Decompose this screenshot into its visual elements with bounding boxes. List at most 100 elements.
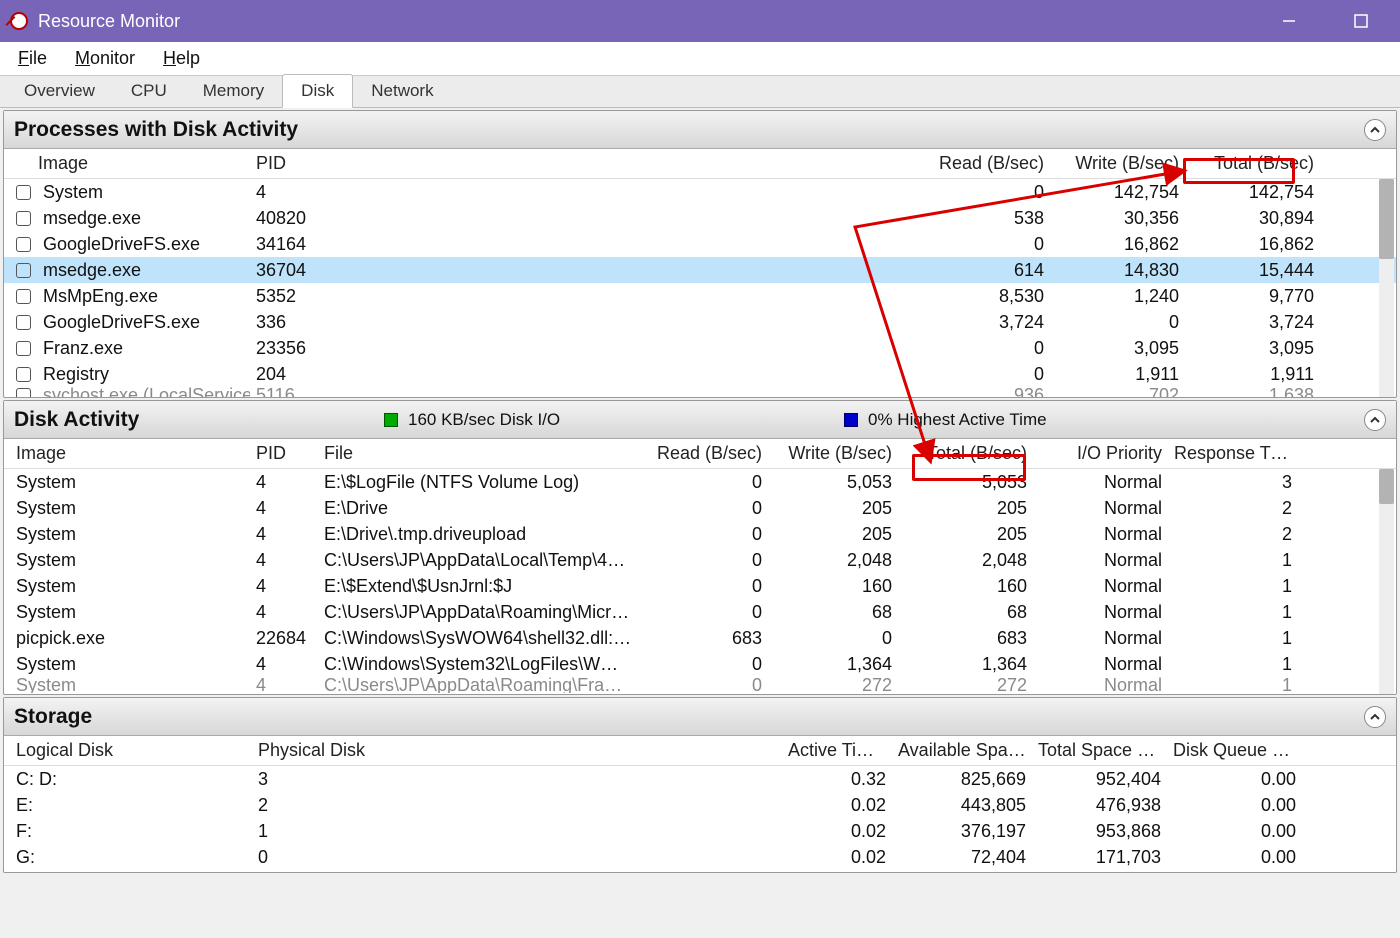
panel-header[interactable]: Disk Activity 160 KB/sec Disk I/O 0% Hig… — [4, 401, 1396, 439]
disk-activity-table[interactable]: ImagePIDFileRead (B/sec)Write (B/sec)Tot… — [4, 439, 1396, 693]
col-available-space[interactable]: Available Space… — [892, 740, 1032, 761]
table-row[interactable]: MsMpEng.exe53528,5301,2409,770 — [4, 283, 1396, 309]
table-row[interactable]: msedge.exe3670461414,83015,444 — [4, 257, 1396, 283]
active-time-status: 0% Highest Active Time — [868, 410, 1047, 430]
table-row[interactable]: System4C:\Users\JP\AppData\Local\Temp\43… — [4, 547, 1396, 573]
cell-read: 0 — [638, 472, 768, 493]
table-row[interactable]: C: D:30.32825,669952,4040.00 — [4, 766, 1396, 792]
table-row[interactable]: System4E:\Drive0205205Normal2 — [4, 495, 1396, 521]
col-image[interactable]: Image — [10, 153, 250, 174]
row-checkbox[interactable] — [16, 185, 31, 200]
cell-pid: 40820 — [250, 208, 330, 229]
col-total[interactable]: Total (B/sec) — [1185, 153, 1320, 174]
row-checkbox[interactable] — [16, 388, 31, 398]
cell-priority: Normal — [1033, 602, 1168, 623]
col-response[interactable]: Response Time… — [1168, 443, 1298, 464]
table-row[interactable]: G:00.0272,404171,7030.00 — [4, 844, 1396, 870]
cell-pid: 22684 — [250, 628, 318, 649]
cell-image: System — [10, 550, 250, 571]
cell-priority: Normal — [1033, 498, 1168, 519]
panel-header[interactable]: Storage — [4, 698, 1396, 736]
cell-pid: 5116 — [250, 387, 330, 397]
table-row[interactable]: System4C:\Windows\System32\LogFiles\WMI\… — [4, 651, 1396, 677]
collapse-button[interactable] — [1364, 706, 1386, 728]
cell-active-time: 0.02 — [782, 847, 892, 868]
row-checkbox[interactable] — [16, 315, 31, 330]
table-row[interactable]: F:10.02376,197953,8680.00 — [4, 818, 1396, 844]
col-total-space[interactable]: Total Space (MB) — [1032, 740, 1167, 761]
cell-file: C:\Windows\System32\LogFiles\WMI\Wif… — [318, 654, 638, 675]
cell-write: 1,364 — [768, 654, 898, 675]
table-row[interactable]: E:20.02443,805476,9380.00 — [4, 792, 1396, 818]
table-row[interactable]: System4C:\Users\JP\AppData\Roaming\Micro… — [4, 599, 1396, 625]
col-active-time[interactable]: Active Time (%) — [782, 740, 892, 761]
row-checkbox[interactable] — [16, 263, 31, 278]
cell-write: 272 — [768, 677, 898, 693]
col-priority[interactable]: I/O Priority — [1033, 443, 1168, 464]
col-queue-length[interactable]: Disk Queue Le… — [1167, 740, 1302, 761]
table-row[interactable]: Franz.exe2335603,0953,095 — [4, 335, 1396, 361]
col-logical-disk[interactable]: Logical Disk — [10, 740, 252, 761]
row-checkbox[interactable] — [16, 211, 31, 226]
menu-file[interactable]: File — [4, 44, 61, 73]
maximize-button[interactable] — [1340, 0, 1382, 42]
col-write[interactable]: Write (B/sec) — [768, 443, 898, 464]
table-row[interactable]: System4E:\$Extend\$UsnJrnl:$J0160160Norm… — [4, 573, 1396, 599]
table-row[interactable]: System4C:\Users\JP\AppData\Roaming\Franz… — [4, 677, 1396, 693]
col-file[interactable]: File — [318, 443, 638, 464]
tab-overview[interactable]: Overview — [6, 75, 113, 107]
scrollbar[interactable] — [1379, 469, 1394, 694]
col-physical-disk[interactable]: Physical Disk — [252, 740, 782, 761]
collapse-button[interactable] — [1364, 119, 1386, 141]
disk-io-indicator-icon — [384, 413, 398, 427]
col-read[interactable]: Read (B/sec) — [330, 153, 1050, 174]
table-row[interactable]: msedge.exe4082053830,35630,894 — [4, 205, 1396, 231]
scrollbar[interactable] — [1379, 179, 1394, 397]
cell-read: 0 — [638, 602, 768, 623]
table-row[interactable]: Registry20401,9111,911 — [4, 361, 1396, 387]
cell-read: 0 — [638, 550, 768, 571]
cell-total-space: 953,868 — [1032, 821, 1167, 842]
menu-monitor[interactable]: Monitor — [61, 44, 149, 73]
storage-table[interactable]: Logical DiskPhysical DiskActive Time (%)… — [4, 736, 1396, 870]
tab-cpu[interactable]: CPU — [113, 75, 185, 107]
table-row[interactable]: GoogleDriveFS.exe34164016,86216,862 — [4, 231, 1396, 257]
row-checkbox[interactable] — [16, 341, 31, 356]
cell-available-space: 443,805 — [892, 795, 1032, 816]
table-row[interactable]: svchost.exe (LocalServiceNo…51169367021,… — [4, 387, 1396, 397]
cell-total: 205 — [898, 498, 1033, 519]
menu-help[interactable]: Help — [149, 44, 214, 73]
table-row[interactable]: System40142,754142,754 — [4, 179, 1396, 205]
menu-bar: File Monitor Help — [0, 42, 1400, 76]
col-pid[interactable]: PID — [250, 153, 330, 174]
cell-write: 142,754 — [1050, 182, 1185, 203]
cell-total: 1,911 — [1185, 364, 1320, 385]
cell-write: 68 — [768, 602, 898, 623]
cell-queue-length: 0.00 — [1167, 795, 1302, 816]
table-row[interactable]: GoogleDriveFS.exe3363,72403,724 — [4, 309, 1396, 335]
col-pid[interactable]: PID — [250, 443, 318, 464]
cell-pid: 5352 — [250, 286, 330, 307]
col-total[interactable]: Total (B/sec) — [898, 443, 1033, 464]
tab-network[interactable]: Network — [353, 75, 451, 107]
cell-file: E:\Drive — [318, 498, 638, 519]
app-icon — [10, 12, 28, 30]
tab-memory[interactable]: Memory — [185, 75, 282, 107]
table-row[interactable]: picpick.exe22684C:\Windows\SysWOW64\shel… — [4, 625, 1396, 651]
col-read[interactable]: Read (B/sec) — [638, 443, 768, 464]
cell-total: 2,048 — [898, 550, 1033, 571]
processes-table[interactable]: ImagePIDRead (B/sec)Write (B/sec)Total (… — [4, 149, 1396, 397]
collapse-button[interactable] — [1364, 409, 1386, 431]
row-checkbox[interactable] — [16, 237, 31, 252]
table-row[interactable]: System4E:\Drive\.tmp.driveupload0205205N… — [4, 521, 1396, 547]
tab-disk[interactable]: Disk — [282, 74, 353, 108]
row-checkbox[interactable] — [16, 289, 31, 304]
cell-file: C:\Users\JP\AppData\Roaming\Franz\Part… — [318, 677, 638, 693]
table-row[interactable]: System4E:\$LogFile (NTFS Volume Log)05,0… — [4, 469, 1396, 495]
panel-header[interactable]: Processes with Disk Activity — [4, 111, 1396, 149]
col-write[interactable]: Write (B/sec) — [1050, 153, 1185, 174]
cell-file: E:\$Extend\$UsnJrnl:$J — [318, 576, 638, 597]
minimize-button[interactable] — [1268, 0, 1310, 42]
row-checkbox[interactable] — [16, 367, 31, 382]
col-image[interactable]: Image — [10, 443, 250, 464]
